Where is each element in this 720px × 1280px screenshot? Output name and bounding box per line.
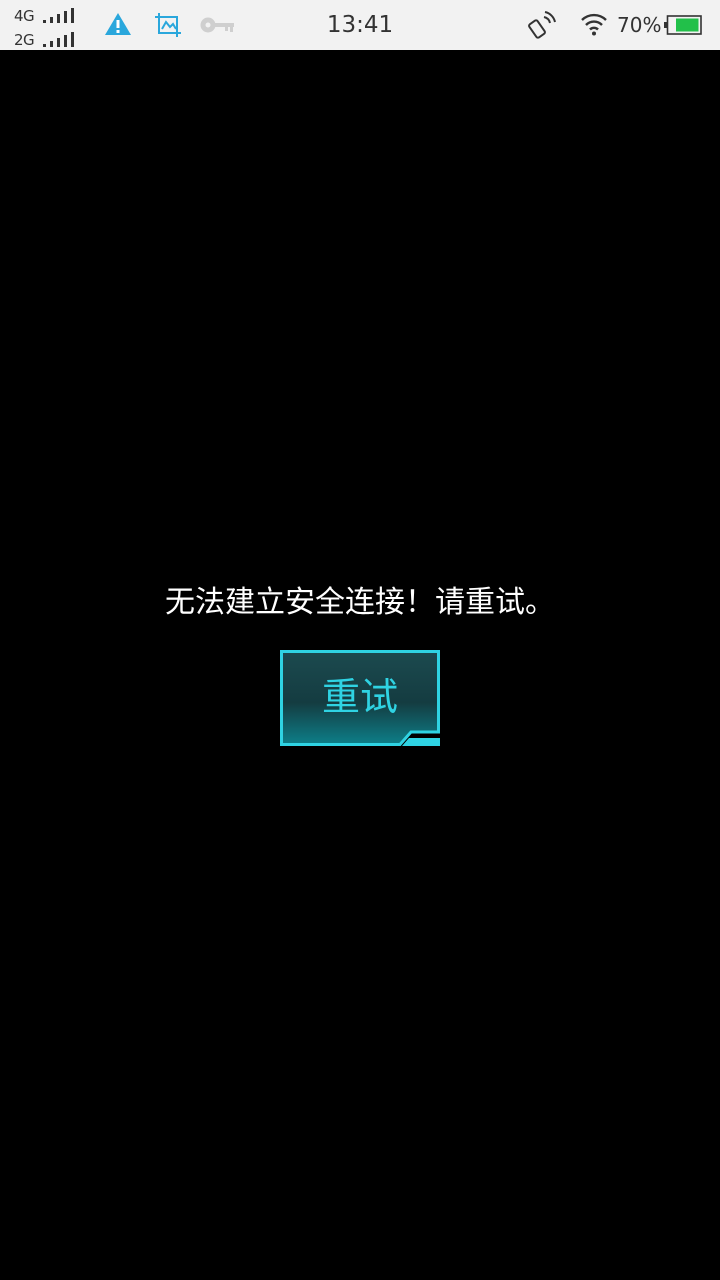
vpn-key-icon (200, 17, 234, 33)
signal-icon (43, 8, 74, 23)
retry-button-label: 重试 (321, 675, 398, 719)
network-type-1: 4G (14, 7, 35, 25)
retry-button[interactable]: 重试 (280, 650, 440, 746)
status-bar: 4G 2G 13:41 70% (0, 0, 720, 50)
status-time: 13:41 (326, 12, 394, 38)
signal-icon (43, 32, 74, 47)
warning-icon (105, 13, 131, 35)
main-content: 无法建立安全连接！请重试。 重试 (0, 50, 720, 1280)
network-status: 4G 2G (14, 4, 78, 49)
battery-percent: 70% (617, 13, 662, 37)
screenshot-icon (155, 13, 181, 37)
battery-icon (664, 15, 702, 35)
network-type-2: 2G (14, 31, 35, 49)
wifi-icon (581, 13, 607, 36)
error-message: 无法建立安全连接！请重试。 (165, 585, 555, 620)
nfc-icon (528, 11, 556, 39)
